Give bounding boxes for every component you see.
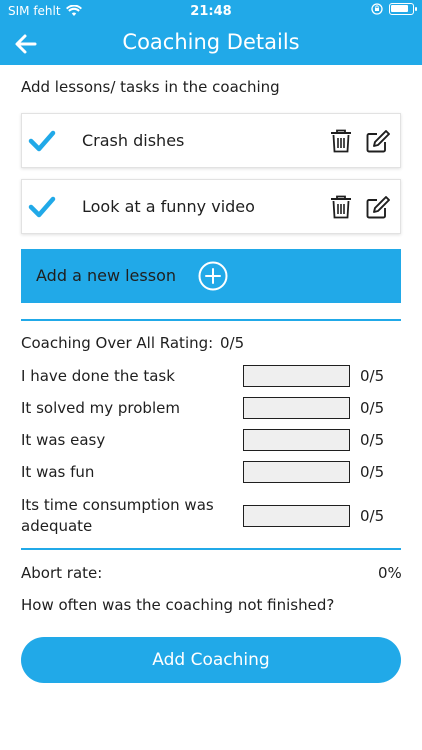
rating-label: It solved my problem — [21, 399, 180, 417]
lesson-item[interactable]: Look at a funny video — [21, 179, 401, 234]
trash-icon[interactable] — [330, 129, 352, 153]
rating-value: 0/5 — [360, 399, 385, 417]
rating-input[interactable] — [243, 365, 350, 387]
status-time: 21:48 — [190, 4, 232, 19]
divider — [21, 548, 401, 550]
battery-level — [391, 5, 408, 12]
rating-input[interactable] — [243, 505, 350, 527]
rating-label: Its time consumption was adequate — [21, 496, 214, 535]
lessons-section-title: Add lessons/ tasks in the coaching — [21, 78, 280, 96]
rating-label: I have done the task — [21, 367, 175, 385]
lesson-item[interactable]: Crash dishes — [21, 113, 401, 168]
lesson-label: Crash dishes — [82, 131, 185, 150]
battery-icon — [389, 3, 417, 15]
rating-value: 0/5 — [360, 367, 385, 385]
checkmark-icon — [28, 196, 56, 218]
edit-icon[interactable] — [366, 129, 390, 153]
edit-icon[interactable] — [366, 195, 390, 219]
status-bar: SIM fehlt 21:48 — [0, 0, 422, 22]
app-header: SIM fehlt 21:48 Coaching Details — [0, 0, 422, 65]
rating-value: 0/5 — [360, 463, 385, 481]
nav-bar: Coaching Details — [0, 22, 422, 65]
add-lesson-label: Add a new lesson — [36, 266, 176, 285]
abort-rate-value: 0% — [378, 564, 402, 582]
divider — [21, 319, 401, 321]
plus-circle-icon — [198, 261, 228, 291]
rating-input[interactable] — [243, 461, 350, 483]
rating-value: 0/5 — [360, 431, 385, 449]
rating-label: It was fun — [21, 463, 95, 481]
overall-rating-label: Coaching Over All Rating: — [21, 334, 214, 352]
add-lesson-button[interactable]: Add a new lesson — [21, 249, 401, 303]
rating-input[interactable] — [243, 429, 350, 451]
orientation-lock-icon — [371, 3, 383, 15]
overall-rating-value: 0/5 — [220, 334, 245, 352]
rating-value: 0/5 — [360, 507, 385, 525]
rating-label: It was easy — [21, 431, 106, 449]
page-title: Coaching Details — [122, 30, 300, 54]
trash-icon[interactable] — [330, 195, 352, 219]
status-right — [371, 3, 417, 15]
add-coaching-button[interactable]: Add Coaching — [21, 637, 401, 683]
abort-rate-label: Abort rate: — [21, 564, 103, 582]
abort-question: How often was the coaching not finished? — [21, 596, 335, 614]
rating-input[interactable] — [243, 397, 350, 419]
lesson-label: Look at a funny video — [82, 197, 255, 216]
checkmark-icon — [28, 130, 56, 152]
